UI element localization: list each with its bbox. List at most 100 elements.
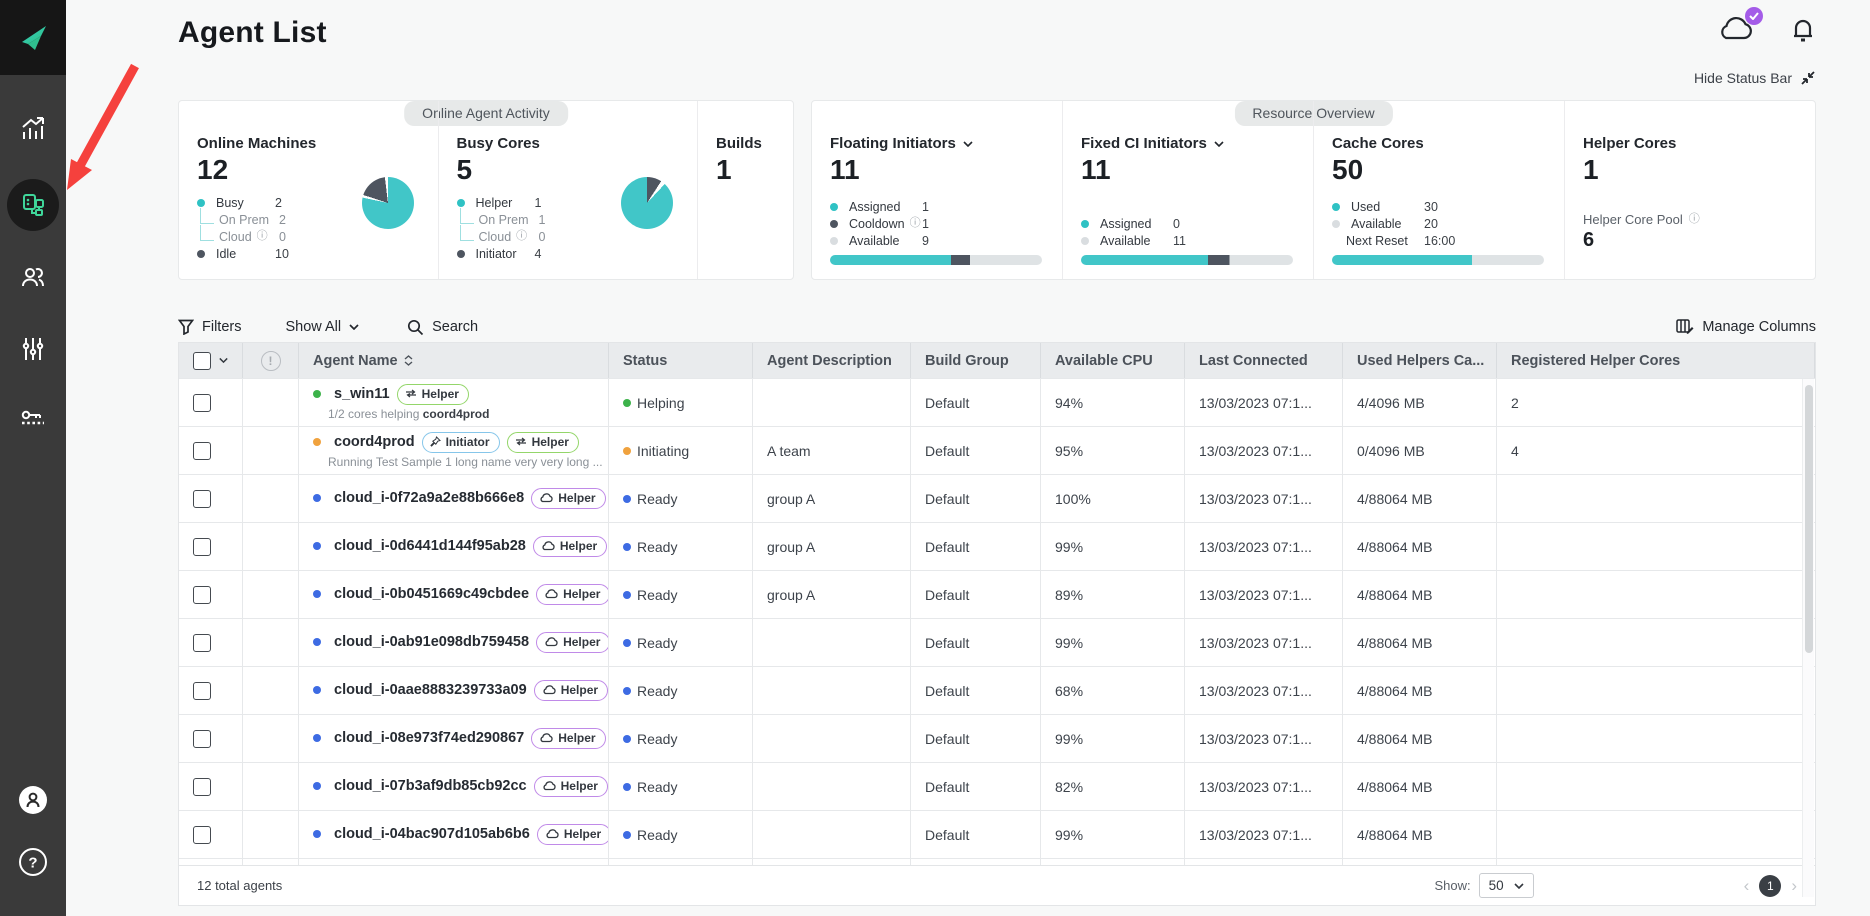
- online-agent-activity-panel: Online Agent Activity Online Machines 12…: [178, 100, 794, 280]
- cloud-icon: [544, 589, 558, 599]
- sidebar-item-help[interactable]: ?: [11, 840, 55, 884]
- status-label: Ready: [637, 587, 677, 603]
- table-row[interactable]: cloud_i-08e973f74ed290867Helper Ready De…: [179, 714, 1815, 762]
- agent-status-dot: [313, 686, 321, 694]
- online-machines-card: Online Machines 12 Busy2 On Prem2 Cloudⓘ…: [179, 101, 438, 279]
- table-row[interactable]: cloud_i-07b3af9db85cb92ccHelper Ready De…: [179, 762, 1815, 810]
- busy-cores-pie-chart: [621, 177, 673, 229]
- legend-dot: [1081, 220, 1089, 228]
- agent-status-dot: [313, 390, 321, 398]
- sort-icon[interactable]: [404, 355, 413, 366]
- notifications-button[interactable]: [1790, 14, 1816, 49]
- floating-initiators-usage-bar: [830, 255, 1042, 265]
- prev-page-button[interactable]: ‹: [1744, 877, 1750, 894]
- column-header-available-cpu: Available CPU: [1041, 343, 1185, 378]
- legend-dot: [197, 250, 205, 258]
- agent-status-dot: [313, 590, 321, 598]
- sidebar-item-agents[interactable]: [7, 179, 59, 231]
- chevron-down-icon: [1214, 141, 1224, 147]
- sidebar-item-settings[interactable]: [11, 327, 55, 371]
- helper-core-pool-label: Helper Core Pool: [1583, 212, 1683, 227]
- status-label: Ready: [637, 539, 677, 555]
- select-all-checkbox[interactable]: [193, 352, 211, 370]
- row-checkbox[interactable]: [193, 442, 211, 460]
- cloud-helper-badge: Helper: [536, 632, 609, 654]
- sidebar-item-users[interactable]: [11, 255, 55, 299]
- status-dot: [623, 831, 631, 839]
- show-all-dropdown[interactable]: Show All: [285, 319, 359, 335]
- info-icon: ⓘ: [1689, 214, 1700, 225]
- page-size-select[interactable]: 50: [1479, 873, 1534, 898]
- row-checkbox[interactable]: [193, 826, 211, 844]
- row-checkbox[interactable]: [193, 394, 211, 412]
- fixed-ci-initiators-dropdown[interactable]: Fixed CI Initiators: [1081, 135, 1293, 152]
- row-checkbox[interactable]: [193, 586, 211, 604]
- legend-dot: [1332, 220, 1340, 228]
- cloud-icon: [545, 829, 559, 839]
- column-header-last-connected: Last Connected: [1185, 343, 1343, 378]
- row-checkbox[interactable]: [193, 682, 211, 700]
- sidebar-item-dashboard[interactable]: [11, 107, 55, 151]
- floating-initiators-dropdown[interactable]: Floating Initiators: [830, 135, 1042, 152]
- card-title: Online Machines: [197, 135, 418, 152]
- table-row[interactable]: cloud_i-0ab91e098db759458Helper Ready De…: [179, 618, 1815, 666]
- license-key-icon: [18, 406, 48, 436]
- sidebar-item-account[interactable]: [11, 778, 55, 822]
- current-page-button[interactable]: 1: [1759, 875, 1781, 897]
- fixed-ci-initiators-card: Fixed CI Initiators 11 Assigned0 Availab…: [1062, 101, 1313, 279]
- tree-connector: [460, 225, 474, 241]
- table-scrollbar[interactable]: [1802, 379, 1814, 897]
- status-dot: [623, 495, 631, 503]
- busy-cores-card: Busy Cores 5 Helper1 On Prem1 Cloudⓘ0 In…: [438, 101, 698, 279]
- cloud-icon: [544, 637, 558, 647]
- agent-name: cloud_i-0b0451669c49cbdee: [334, 586, 529, 602]
- floating-initiators-card: Floating Initiators 11 Assigned1 Cooldow…: [812, 101, 1062, 279]
- legend-dot: [457, 199, 465, 207]
- next-page-button[interactable]: ›: [1791, 877, 1797, 894]
- row-checkbox[interactable]: [193, 778, 211, 796]
- pin-icon: [430, 436, 441, 447]
- card-title: Busy Cores: [457, 135, 678, 152]
- table-row[interactable]: cloud_i-0b0451669c49cbdeeHelper Ready gr…: [179, 570, 1815, 618]
- column-header-status: Status: [609, 343, 753, 378]
- status-label: Ready: [637, 779, 677, 795]
- initiator-badge: Initiator: [422, 432, 500, 454]
- chevron-down-icon: [963, 141, 973, 147]
- manage-columns-button[interactable]: Manage Columns: [1676, 319, 1816, 335]
- cloud-helper-badge: Helper: [531, 728, 605, 750]
- agent-name: cloud_i-08e973f74ed290867: [334, 730, 524, 746]
- column-header-agent-name[interactable]: Agent Name: [299, 343, 609, 378]
- cloud-status-button[interactable]: [1716, 14, 1756, 49]
- table-row[interactable]: cloud_i-0d6441d144f95ab28Helper Ready gr…: [179, 522, 1815, 570]
- cloud-helper-badge: Helper: [537, 824, 609, 846]
- filters-button[interactable]: Filters: [178, 319, 241, 335]
- row-checkbox[interactable]: [193, 730, 211, 748]
- search-button[interactable]: Search: [407, 319, 478, 336]
- select-menu-chevron-icon[interactable]: [219, 357, 228, 364]
- manage-columns-icon: [1676, 319, 1694, 335]
- legend-dot: [1081, 237, 1089, 245]
- filter-funnel-icon: [178, 319, 194, 335]
- table-row[interactable]: cloud_i-04bac907d105ab6b6Helper Ready De…: [179, 810, 1815, 858]
- row-checkbox[interactable]: [193, 490, 211, 508]
- legend-dot: [197, 199, 205, 207]
- status-label: Ready: [637, 827, 677, 843]
- cloud-helper-badge: Helper: [534, 680, 608, 702]
- svg-text:?: ?: [28, 855, 37, 872]
- app-logo[interactable]: [0, 0, 66, 75]
- bell-icon: [1790, 14, 1816, 44]
- table-row[interactable]: cloud_i-0aae8883239733a09Helper Ready De…: [179, 666, 1815, 714]
- agent-name: cloud_i-0ab91e098db759458: [334, 634, 529, 650]
- cloud-helper-badge: Helper: [536, 584, 609, 606]
- row-checkbox[interactable]: [193, 538, 211, 556]
- fixed-ci-initiators-usage-bar: [1081, 255, 1293, 265]
- table-row[interactable]: s_win11 Helper 1/2 cores helping coord4p…: [179, 378, 1815, 426]
- table-row[interactable]: coord4prod Initiator Helper Running Test…: [179, 426, 1815, 474]
- row-checkbox[interactable]: [193, 634, 211, 652]
- hide-status-bar-button[interactable]: Hide Status Bar: [1694, 70, 1816, 86]
- helper-core-pool-value: 6: [1583, 229, 1795, 252]
- table-row[interactable]: cloud_i-0f72a9a2e88b666e8Helper Ready gr…: [179, 474, 1815, 522]
- hide-status-bar-label: Hide Status Bar: [1694, 70, 1792, 86]
- scrollbar-thumb[interactable]: [1805, 385, 1813, 653]
- sidebar-item-license[interactable]: [11, 399, 55, 443]
